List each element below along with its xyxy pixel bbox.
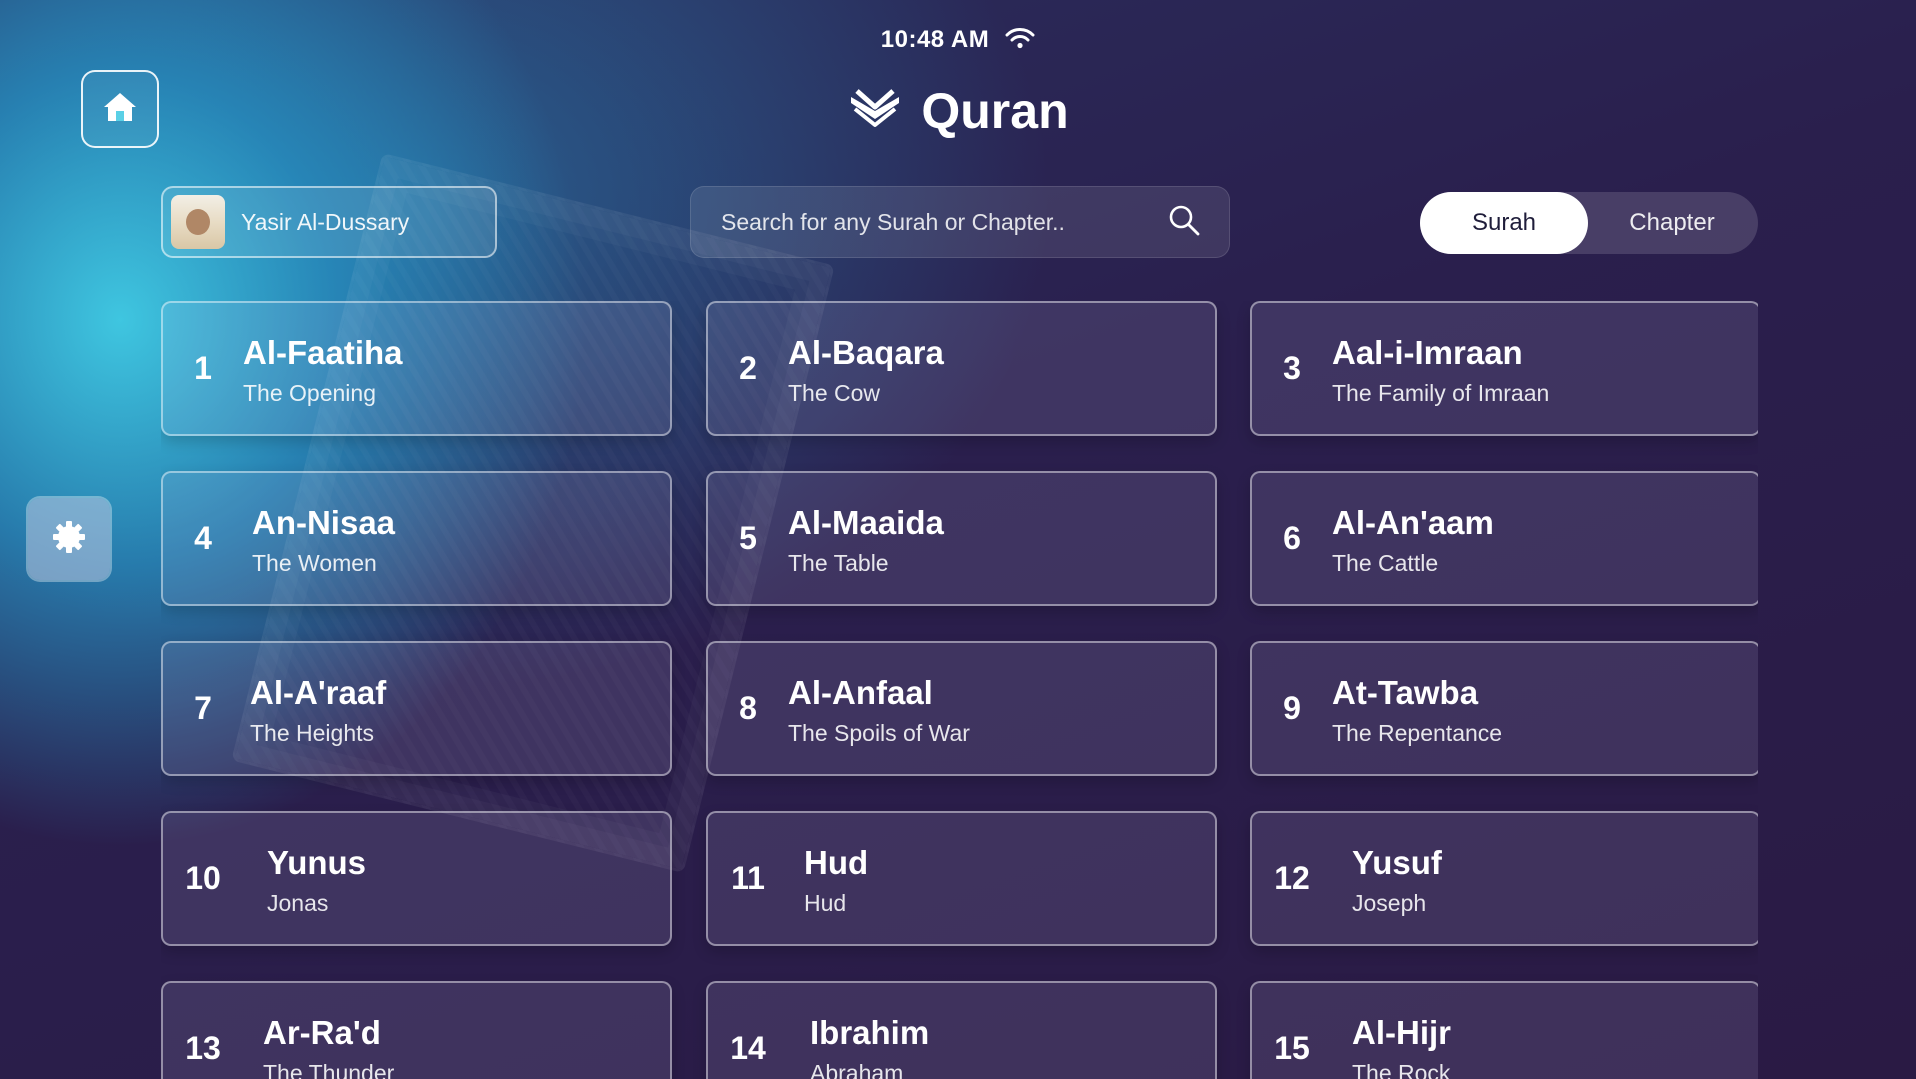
surah-number: 6 [1283, 520, 1301, 556]
surah-name: Ibrahim [810, 1014, 930, 1051]
surah-number: 11 [731, 860, 765, 896]
surah-name: At-Tawba [1332, 674, 1479, 711]
surah-card[interactable]: 6 Al-An'aam The Cattle [1250, 471, 1758, 606]
toggle-surah[interactable]: Surah [1420, 192, 1588, 254]
surah-number: 10 [185, 860, 221, 896]
surah-meaning: The Cattle [1332, 550, 1439, 576]
surah-number: 2 [739, 350, 757, 386]
page-title: Quran [921, 83, 1069, 139]
surah-name: Yusuf [1352, 844, 1442, 881]
home-button[interactable] [81, 70, 159, 148]
status-time: 10:48 AM [880, 26, 990, 53]
surah-card[interactable]: 11 Hud Hud [706, 811, 1217, 946]
surah-card[interactable]: 7 Al-A'raaf The Heights [161, 641, 672, 776]
surah-card[interactable]: 14 Ibrahim Abraham [706, 981, 1217, 1079]
surah-number: 1 [194, 350, 212, 386]
search-bar[interactable] [690, 186, 1230, 258]
quran-book-icon [847, 87, 903, 135]
surah-number: 5 [739, 520, 757, 556]
surah-meaning: The Spoils of War [788, 720, 970, 746]
surah-meaning: The Cow [788, 380, 881, 406]
surah-card[interactable]: 2 Al-Baqara The Cow [706, 301, 1217, 436]
surah-number: 9 [1283, 690, 1301, 726]
surah-meaning: The Thunder [263, 1060, 395, 1079]
surah-chapter-toggle[interactable]: Surah Chapter [1420, 192, 1758, 254]
surah-number: 3 [1283, 350, 1301, 386]
surah-meaning: The Rock [1352, 1060, 1451, 1079]
surah-name: Al-An'aam [1332, 504, 1494, 541]
surah-meaning: Hud [804, 890, 847, 916]
surah-name: Al-A'raaf [250, 674, 387, 711]
surah-meaning: Jonas [267, 890, 329, 916]
surah-card[interactable]: 8 Al-Anfaal The Spoils of War [706, 641, 1217, 776]
reciter-name: Yasir Al-Dussary [241, 208, 410, 235]
surah-name: An-Nisaa [252, 504, 396, 541]
surah-number: 12 [1274, 860, 1310, 896]
home-icon [101, 88, 139, 130]
reciter-avatar [171, 195, 225, 249]
surah-card[interactable]: 12 Yusuf Joseph [1250, 811, 1758, 946]
surah-card[interactable]: 3 Aal-i-Imraan The Family of Imraan [1250, 301, 1758, 436]
surah-name: Al-Baqara [788, 334, 944, 371]
wifi-icon [1005, 27, 1035, 53]
surah-name: Yunus [267, 844, 367, 881]
surah-meaning: The Women [252, 550, 377, 576]
surah-meaning: The Repentance [1332, 720, 1503, 746]
surah-number: 4 [194, 520, 212, 556]
surah-name: Al-Faatiha [243, 334, 403, 371]
surah-card[interactable]: 9 At-Tawba The Repentance [1250, 641, 1758, 776]
surah-meaning: The Table [788, 550, 889, 576]
surah-name: Aal-i-Imraan [1332, 334, 1523, 371]
surah-card[interactable]: 5 Al-Maaida The Table [706, 471, 1217, 606]
surah-card[interactable]: 10 Yunus Jonas [161, 811, 672, 946]
reciter-selector[interactable]: Yasir Al-Dussary [161, 186, 497, 258]
surah-name: Ar-Ra'd [263, 1014, 381, 1051]
search-input[interactable] [719, 207, 1167, 237]
surah-card[interactable]: 4 An-Nisaa The Women [161, 471, 672, 606]
status-bar: 10:48 AM [0, 26, 1916, 54]
gear-icon [51, 519, 87, 559]
surah-meaning: Joseph [1352, 890, 1427, 916]
toggle-chapter[interactable]: Chapter [1588, 192, 1756, 254]
search-icon[interactable] [1167, 203, 1201, 241]
surah-number: 15 [1274, 1030, 1310, 1066]
surah-meaning: The Opening [243, 380, 376, 406]
surah-name: Hud [804, 844, 869, 881]
app-header: Quran [0, 82, 1916, 140]
surah-name: Al-Hijr [1352, 1014, 1451, 1051]
surah-card[interactable]: 1 Al-Faatiha The Opening [161, 301, 672, 436]
surah-number: 14 [730, 1030, 766, 1066]
surah-number: 13 [185, 1030, 221, 1066]
surah-meaning: The Family of Imraan [1332, 380, 1550, 406]
surah-name: Al-Anfaal [788, 674, 933, 711]
surah-name: Al-Maaida [788, 504, 944, 541]
surah-card[interactable]: 15 Al-Hijr The Rock [1250, 981, 1758, 1079]
surah-card[interactable]: 13 Ar-Ra'd The Thunder [161, 981, 672, 1079]
surah-grid: 1 Al-Faatiha The Opening 2 Al-Baqara The C… [161, 301, 1758, 1079]
surah-number: 7 [194, 690, 212, 726]
surah-meaning: Abraham [810, 1060, 904, 1079]
surah-number: 8 [739, 690, 757, 726]
settings-button[interactable] [28, 498, 110, 580]
surah-meaning: The Heights [250, 720, 375, 746]
